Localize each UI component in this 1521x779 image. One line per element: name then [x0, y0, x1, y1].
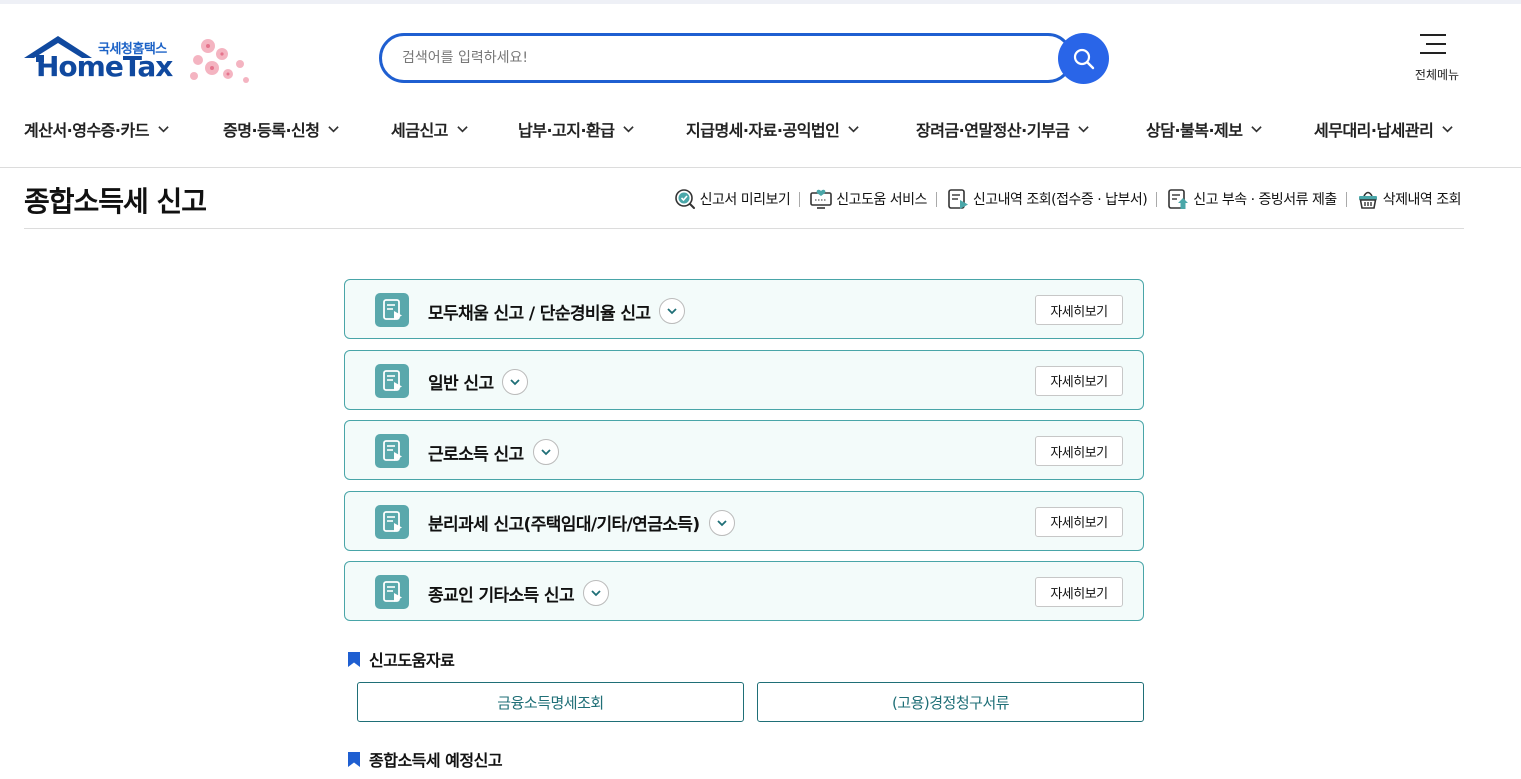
bookmark-icon — [348, 751, 360, 767]
detail-view-button[interactable]: 자세히보기 — [1035, 506, 1123, 537]
gnb-item-label: 지급명세·자료·공익법인 — [686, 121, 840, 140]
filing-card-earned-income[interactable]: 근로소득 신고 자세히보기 — [344, 420, 1144, 480]
basket-icon — [1358, 191, 1377, 209]
divider — [1345, 191, 1347, 207]
section-title: 신고도움자료 — [369, 651, 455, 670]
document-play-icon — [375, 504, 409, 539]
top-strip — [0, 0, 1521, 4]
gnb-item-tax-filing[interactable]: 세금신고 — [391, 118, 468, 140]
divider — [1156, 191, 1158, 207]
detail-view-button[interactable]: 자세히보기 — [1035, 365, 1123, 396]
search-button[interactable] — [1058, 33, 1109, 84]
gnb-item-payment[interactable]: 납부·고지·환급 — [518, 118, 635, 140]
gnb-item-label: 장려금·연말정산·기부금 — [916, 121, 1070, 140]
cherry-blossom-icon — [190, 39, 249, 83]
gnb-item-label: 계산서·영수증·카드 — [24, 121, 149, 140]
chevron-down-icon — [848, 125, 860, 133]
quick-link-label: 신고서 미리보기 — [699, 192, 791, 208]
filing-card-title: 분리과세 신고(주택임대/기타/연금소득) — [428, 515, 700, 535]
chevron-down-icon — [457, 125, 468, 133]
filing-card-title: 근로소득 신고 — [428, 444, 524, 465]
chevron-down-icon — [591, 590, 601, 597]
search-box — [379, 33, 1073, 83]
document-play-icon — [948, 189, 968, 209]
financial-income-lookup-button[interactable]: 금융소득명세조회 — [357, 682, 744, 722]
chevron-down-icon — [623, 125, 635, 133]
search-input[interactable] — [402, 36, 1042, 80]
title-divider — [24, 228, 1464, 229]
document-play-icon — [375, 363, 409, 398]
hometax-logo[interactable]: 국세청홈택스 HomeTax — [22, 34, 262, 92]
gnb-item-label: 상담·불복·제보 — [1146, 121, 1243, 140]
chevron-down-icon — [1442, 125, 1454, 133]
document-play-icon — [375, 293, 409, 327]
monitor-heart-icon — [810, 189, 833, 209]
gnb-item-label: 세무대리·납세관리 — [1314, 121, 1434, 140]
filing-card-prefilled[interactable]: 모두채움 신고 / 단순경비율 신고 자세히보기 — [344, 279, 1144, 339]
divider — [799, 191, 801, 207]
detail-view-button[interactable]: 자세히보기 — [1035, 436, 1123, 466]
hamburger-icon — [1420, 32, 1446, 56]
gnb-item-consultation[interactable]: 상담·불복·제보 — [1146, 118, 1263, 140]
gnb-item-certificate[interactable]: 증명·등록·신청 — [223, 118, 340, 140]
detail-view-button[interactable]: 자세히보기 — [1035, 295, 1123, 325]
filing-card-separate-taxation[interactable]: 분리과세 신고(주택임대/기타/연금소득) 자세히보기 — [344, 490, 1144, 551]
chevron-down-icon — [1078, 125, 1090, 133]
chevron-down-icon — [1251, 125, 1263, 133]
gnb-item-label: 증명·등록·신청 — [223, 121, 320, 140]
expand-toggle[interactable] — [532, 439, 559, 465]
divider — [935, 191, 937, 207]
quick-link-label: 신고 부속 · 증빙서류 제출 — [1193, 192, 1337, 208]
gnb-item-statements[interactable]: 지급명세·자료·공익법인 — [686, 118, 860, 140]
filing-card-title: 모두채움 신고 / 단순경비율 신고 — [428, 303, 651, 324]
quick-link-help-service[interactable]: 신고도움 서비스 — [809, 187, 927, 211]
chevron-down-icon — [667, 308, 678, 315]
chevron-down-icon — [328, 125, 340, 133]
bookmark-icon — [348, 651, 360, 667]
document-upload-icon — [1168, 189, 1189, 209]
chevron-down-icon — [716, 519, 727, 526]
all-menu-button[interactable]: 전체메뉴 — [1408, 32, 1459, 88]
employment-correction-docs-button[interactable]: (고용)경정청구서류 — [757, 682, 1144, 722]
quick-link-label: 신고도움 서비스 — [836, 192, 927, 208]
all-menu-label: 전체메뉴 — [1414, 68, 1460, 82]
expand-toggle[interactable] — [502, 368, 529, 395]
expand-toggle[interactable] — [583, 580, 609, 606]
help-section-heading: 신고도움자료 — [347, 647, 455, 671]
provisional-section-heading: 종합소득세 예정신고 — [347, 747, 503, 771]
filing-card-title: 일반 신고 — [428, 374, 494, 394]
chevron-down-icon — [158, 125, 169, 133]
gnb-item-tax-agent[interactable]: 세무대리·납세관리 — [1314, 118, 1454, 140]
quick-link-label: 삭제내역 조회 — [1382, 192, 1462, 208]
gnb-item-label: 세금신고 — [391, 121, 448, 140]
quick-link-label: 신고내역 조회(접수증 · 납부서) — [972, 192, 1148, 208]
document-play-icon — [375, 575, 409, 609]
chevron-down-icon — [510, 378, 521, 385]
gnb-item-invoice[interactable]: 계산서·영수증·카드 — [24, 118, 169, 140]
quick-link-deleted[interactable]: 삭제내역 조회 — [1356, 187, 1462, 211]
filing-card-general[interactable]: 일반 신고 자세히보기 — [344, 349, 1144, 410]
quick-links: 신고서 미리보기 신고도움 서비스 신고내역 조회(접수증 · 납부서) 신고 … — [673, 186, 1462, 212]
search-icon — [1073, 48, 1094, 69]
filing-card-title: 종교인 기타소득 신고 — [428, 585, 575, 606]
expand-toggle[interactable] — [659, 298, 686, 324]
quick-link-attachment[interactable]: 신고 부속 · 증빙서류 제출 — [1166, 187, 1337, 211]
logo-english-text: HomeTax — [36, 50, 173, 83]
detail-view-button[interactable]: 자세히보기 — [1035, 577, 1123, 607]
section-title: 종합소득세 예정신고 — [369, 751, 503, 770]
filing-type-list: 모두채움 신고 / 단순경비율 신고 자세히보기 일반 신고 자세히보기 근로소… — [344, 279, 1144, 632]
quick-link-preview[interactable]: 신고서 미리보기 — [673, 187, 791, 211]
quick-link-history[interactable]: 신고내역 조회(접수증 · 납부서) — [946, 187, 1148, 211]
global-navigation: 계산서·영수증·카드 증명·등록·신청 세금신고 납부·고지·환급 지급명세·자… — [0, 110, 1521, 168]
page-title: 종합소득세 신고 — [24, 185, 207, 218]
document-play-icon — [375, 434, 409, 468]
search-check-icon — [674, 189, 695, 209]
gnb-item-label: 납부·고지·환급 — [518, 121, 615, 140]
filing-card-religious[interactable]: 종교인 기타소득 신고 자세히보기 — [344, 561, 1144, 621]
chevron-down-icon — [540, 449, 551, 456]
expand-toggle[interactable] — [708, 509, 735, 536]
gnb-item-incentives[interactable]: 장려금·연말정산·기부금 — [916, 118, 1090, 140]
